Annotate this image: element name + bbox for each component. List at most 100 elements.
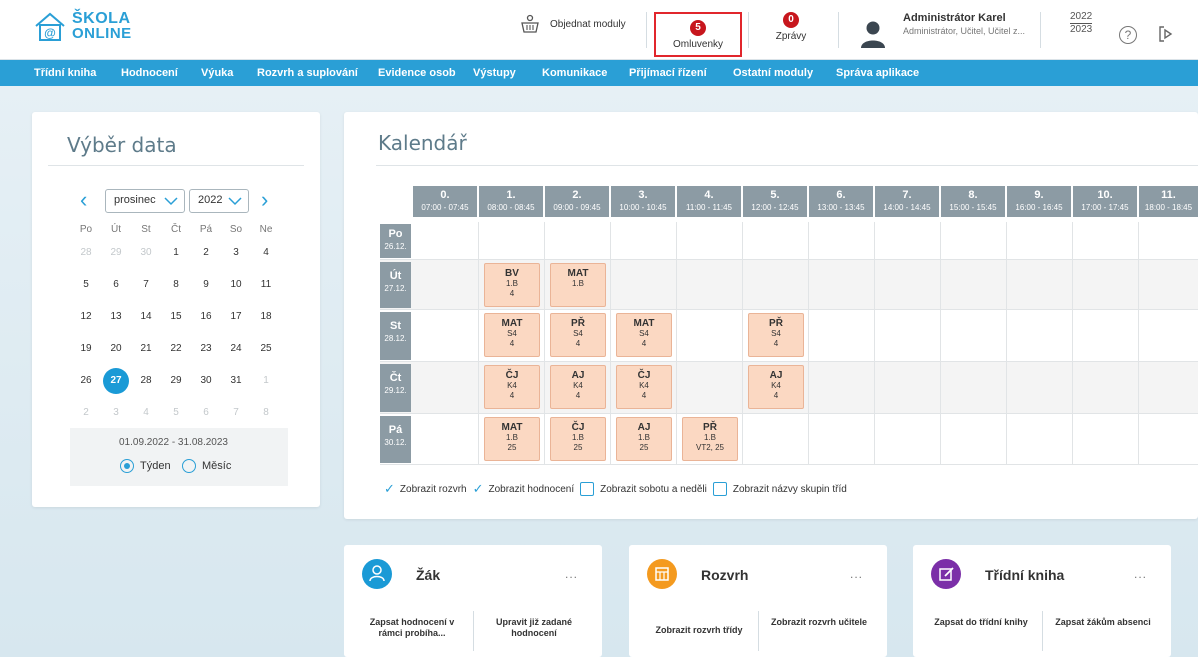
card-link[interactable]: Zobrazit rozvrh třídy [643,625,755,636]
logout-icon[interactable] [1157,25,1175,43]
nav-vyuka[interactable]: Výuka [201,67,233,79]
calendar-day[interactable]: 30 [193,368,219,394]
lesson-card[interactable]: AJ K4 4 [550,365,606,409]
calendar-day[interactable]: 6 [193,400,219,426]
calendar-day[interactable]: 7 [133,272,159,298]
lesson-card[interactable]: ČJ 1.B 25 [550,417,606,461]
calendar-day[interactable]: 4 [253,240,279,266]
calendar-day[interactable]: 1 [163,240,189,266]
lesson-card[interactable]: MAT S4 4 [484,313,540,357]
calendar-day[interactable]: 3 [223,240,249,266]
calendar-day[interactable]: 21 [133,336,159,362]
calendar-day[interactable]: 23 [193,336,219,362]
calendar-day[interactable]: 5 [73,272,99,298]
calendar-day[interactable]: 3 [103,400,129,426]
more-options-icon[interactable]: ... [1134,567,1147,581]
nav-sprava-aplikace[interactable]: Správa aplikace [836,67,919,79]
calendar-day[interactable]: 25 [253,336,279,362]
month-select[interactable]: prosinec [105,189,185,213]
calendar-day[interactable]: 4 [133,400,159,426]
card-link[interactable]: Zobrazit rozvrh učitele [769,617,869,628]
calendar-day[interactable]: 28 [73,240,99,266]
calendar-day[interactable]: 6 [103,272,129,298]
lesson-card[interactable]: MAT 1.B 25 [484,417,540,461]
calendar-day[interactable]: 14 [133,304,159,330]
next-month-arrow-icon[interactable]: › [261,187,268,213]
calendar-day[interactable]: 7 [223,400,249,426]
calendar-day[interactable]: 24 [223,336,249,362]
more-options-icon[interactable]: ... [565,567,578,581]
year-select[interactable]: 2022 [189,189,249,213]
order-modules-button[interactable]: Objednat moduly [520,14,626,34]
calendar-day[interactable]: 2 [73,400,99,426]
zpravy-button[interactable]: 0 Zprávy [756,10,826,58]
option-show-schedule[interactable]: ✓ Zobrazit rozvrh [384,481,467,497]
nav-hodnoceni[interactable]: Hodnocení [121,67,178,79]
nav-rozvrh-a-suplovani[interactable]: Rozvrh a suplování [257,67,358,79]
user-name[interactable]: Administrátor Karel [903,12,1006,24]
calendar-day[interactable]: 20 [103,336,129,362]
calendar-day[interactable]: 12 [73,304,99,330]
option-show-grades[interactable]: ✓ Zobrazit hodnocení [473,481,575,497]
calendar-day[interactable]: 2 [193,240,219,266]
skola-online-logo[interactable]: @ ŠKOLA ONLINE [34,10,132,42]
lesson-card[interactable]: ČJ K4 4 [616,365,672,409]
calendar-day[interactable]: 18 [253,304,279,330]
calendar-day[interactable]: 11 [253,272,279,298]
nav-komunikace[interactable]: Komunikace [542,67,607,79]
card-link[interactable]: Upravit již zadané hodnocení [484,617,584,639]
calendar-day[interactable]: 10 [223,272,249,298]
calendar-day[interactable]: 28 [133,368,159,394]
calendar-day[interactable]: 15 [163,304,189,330]
school-year-selector[interactable]: 2022 2023 [1070,11,1093,36]
more-options-icon[interactable]: ... [850,567,863,581]
view-week-radio[interactable]: Týden [120,459,171,473]
calendar-day[interactable]: 1 [253,368,279,394]
calendar-day[interactable]: 13 [103,304,129,330]
option-show-weekend[interactable]: Zobrazit sobotu a neděli [580,482,707,496]
lesson-card[interactable]: MAT S4 4 [616,313,672,357]
card-link[interactable]: Zapsat hodnocení v rámci probíha... [362,617,462,639]
option-show-group-names[interactable]: Zobrazit názvy skupin tříd [712,482,847,496]
calendar-day[interactable]: 8 [163,272,189,298]
calendar-day-selected[interactable]: 27 [103,368,129,394]
lesson-card[interactable]: AJ K4 4 [748,365,804,409]
calendar-day[interactable]: 22 [163,336,189,362]
calendar-day[interactable]: 31 [223,368,249,394]
lesson-card[interactable]: BV 1.B 4 [484,263,540,307]
view-month-radio[interactable]: Měsíc [182,459,231,473]
calendar-day[interactable]: 19 [73,336,99,362]
calendar-options: ✓ Zobrazit rozvrh ✓ Zobrazit hodnocení Z… [384,481,853,497]
card-link[interactable]: Zapsat do třídní knihy [931,617,1031,628]
nav-ostatni-moduly[interactable]: Ostatní moduly [733,67,813,79]
lesson-card[interactable]: PŘ S4 4 [550,313,606,357]
grid-line [1138,222,1139,465]
lesson-card[interactable]: ČJ K4 4 [484,365,540,409]
help-icon[interactable]: ? [1119,26,1137,44]
calendar-day[interactable]: 17 [223,304,249,330]
calendar-day[interactable]: 29 [163,368,189,394]
lesson-room: 4 [773,339,779,348]
omluvenky-button[interactable]: 5 Omluvenky [654,12,742,57]
lesson-card[interactable]: PŘ S4 4 [748,313,804,357]
calendar-day[interactable]: 5 [163,400,189,426]
calendar-day[interactable]: 26 [73,368,99,394]
prev-month-arrow-icon[interactable]: ‹ [80,187,87,213]
card-link[interactable]: Zapsat žákům absenci [1053,617,1153,628]
day-name: Út [389,270,402,282]
calendar-day[interactable]: 8 [253,400,279,426]
lesson-card[interactable]: MAT 1.B [550,263,606,307]
nav-evidence-osob[interactable]: Evidence osob [378,67,456,79]
calendar-day[interactable]: 9 [193,272,219,298]
timetable-day-header: Pá 30.12. [380,416,411,463]
nav-prijimaci-rizeni[interactable]: Přijímací řízení [629,67,707,79]
lesson-card[interactable]: PŘ 1.B VT2, 25 [682,417,738,461]
calendar-day[interactable]: 16 [193,304,219,330]
calendar-day[interactable]: 30 [133,240,159,266]
period-time: 11:00 - 11:45 [686,203,732,212]
calendar-day[interactable]: 29 [103,240,129,266]
avatar[interactable] [858,18,888,48]
lesson-card[interactable]: AJ 1.B 25 [616,417,672,461]
nav-tridni-kniha[interactable]: Třídní kniha [34,67,96,79]
nav-vystupy[interactable]: Výstupy [473,67,516,79]
